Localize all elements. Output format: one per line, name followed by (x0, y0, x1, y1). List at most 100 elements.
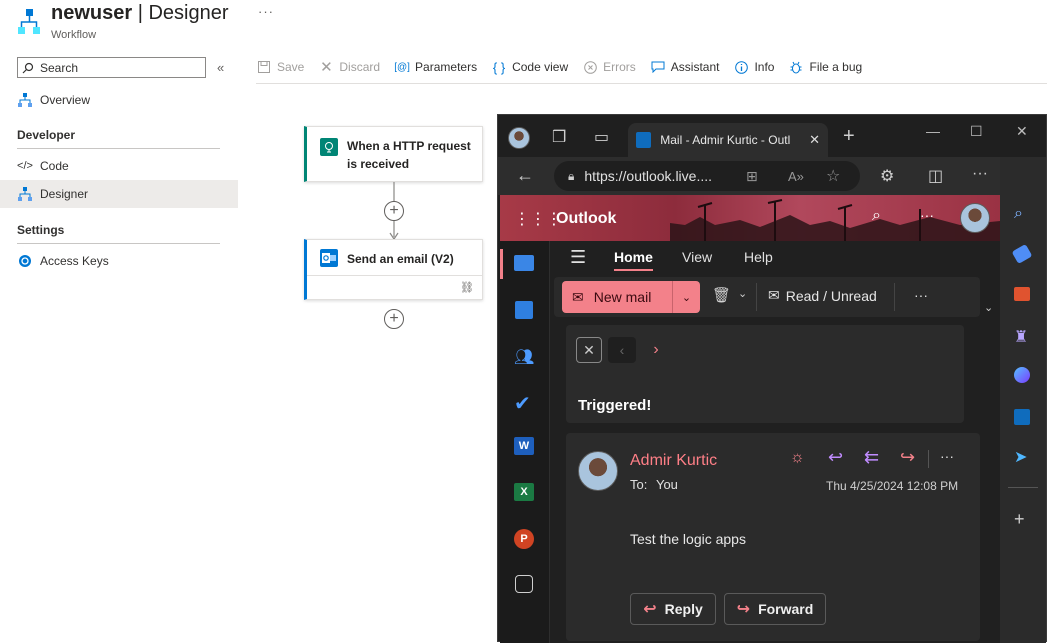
mail-icon[interactable] (514, 255, 534, 271)
outlook-app-rail: 👥︎ ✔ W X P (500, 241, 550, 643)
file-bug-button[interactable]: File a bug (788, 59, 862, 75)
extensions-icon[interactable]: ⚙ (880, 166, 894, 186)
search-placeholder: Search (40, 60, 79, 75)
people-icon[interactable]: 👥︎ (514, 347, 534, 367)
to-value: You (655, 477, 678, 492)
delete-icon[interactable]: 🗑︎ (712, 286, 731, 304)
add-step-button-2[interactable]: + (384, 309, 404, 329)
open-envelope-icon: ✉ (768, 287, 780, 303)
close-window-icon[interactable]: ✕ (1016, 123, 1028, 140)
shopping-tag-icon[interactable] (1011, 243, 1033, 265)
read-unread-button[interactable]: ✉ Read / Unread (768, 287, 877, 304)
sidebar-item-overview[interactable]: Overview (0, 86, 238, 114)
designer-toolbar: Save ✕ Discard [@] Parameters { } Code v… (256, 56, 876, 78)
more-browser-icon[interactable]: ··· (972, 165, 988, 183)
more-ribbon-icon[interactable]: ··· (914, 287, 928, 303)
tab-home[interactable]: Home (614, 249, 653, 271)
forward-button[interactable]: ↪ Forward (724, 593, 826, 625)
back-arrow-icon[interactable]: ← (516, 165, 534, 186)
browser-tab-outlook[interactable]: Mail - Admir Kurtic - Outl ✕ (628, 123, 828, 157)
parameters-button[interactable]: [@] Parameters (394, 59, 477, 75)
next-message-icon[interactable]: › (646, 337, 666, 363)
calendar-icon[interactable] (515, 301, 533, 319)
excel-icon[interactable]: X (514, 483, 534, 501)
search-icon[interactable]: ⌕ (1014, 205, 1023, 223)
sidebar-divider (1008, 487, 1038, 488)
sun-icon[interactable]: ☼ (790, 449, 805, 467)
lock-icon: 🔒︎ (568, 168, 575, 183)
tab-help[interactable]: Help (744, 249, 773, 265)
recipient-line: To: You (630, 477, 678, 492)
address-bar[interactable]: 🔒︎ https://outlook.live.... ⊞ A» ☆ (554, 161, 860, 191)
reply-button[interactable]: ↩ Reply (630, 593, 716, 625)
workspaces-icon[interactable]: ❒ (552, 127, 566, 147)
add-sidebar-app-icon[interactable]: + (1014, 509, 1025, 530)
save-icon (256, 59, 272, 75)
ribbon-expand-icon[interactable]: ⌄ (984, 301, 993, 314)
microsoft365-icon[interactable] (1014, 367, 1030, 383)
new-mail-button[interactable]: ✉ New mail ⌄ (562, 281, 700, 313)
designer-icon (17, 186, 33, 202)
minimize-icon[interactable]: — (926, 123, 940, 139)
page-title: newuser | Designer (51, 2, 229, 24)
more-options-button[interactable]: ··· (258, 4, 274, 19)
tab-actions-icon[interactable]: ▭ (594, 127, 609, 147)
more-actions-icon[interactable]: ··· (940, 448, 954, 464)
word-icon[interactable]: W (514, 437, 534, 455)
reply-icon[interactable]: ↩ (828, 447, 843, 468)
sidebar-item-label: Access Keys (40, 254, 109, 268)
sidebar-item-label: Overview (40, 93, 91, 107)
games-icon[interactable]: ♜ (1014, 327, 1028, 347)
close-tab-icon[interactable]: ✕ (809, 132, 820, 148)
assistant-button[interactable]: Assistant (650, 59, 719, 75)
outlook-sidebar-icon[interactable] (1014, 409, 1030, 425)
collapse-sidebar-button[interactable]: « (217, 60, 224, 75)
send-icon[interactable]: ➤ (1014, 447, 1027, 467)
action-card-send-email[interactable]: Send an email (V2) ⛓ (304, 239, 483, 300)
reply-all-icon[interactable]: ⇇ (864, 447, 879, 468)
sender-name[interactable]: Admir Kurtic (630, 452, 717, 470)
favorite-star-icon[interactable]: ☆ (826, 166, 840, 186)
profile-avatar[interactable] (508, 127, 530, 149)
code-view-button[interactable]: { } Code view (491, 59, 568, 75)
more-apps-icon[interactable] (515, 575, 533, 593)
trigger-title-line1: When a HTTP request (347, 139, 471, 153)
read-aloud-icon[interactable]: A» (788, 169, 804, 184)
more-options-icon[interactable]: ··· (920, 207, 934, 223)
chevron-down-icon[interactable]: ⌄ (672, 281, 700, 313)
split-screen-icon[interactable]: ◫ (928, 166, 943, 186)
info-button[interactable]: Info (733, 59, 774, 75)
tools-briefcase-icon[interactable] (1014, 287, 1030, 301)
discard-button[interactable]: ✕ Discard (318, 59, 380, 76)
app-launcher-icon[interactable]: ⋮⋮⋮ (514, 209, 562, 229)
toolbar-divider (256, 83, 1047, 84)
tab-view[interactable]: View (682, 249, 712, 265)
powerpoint-icon[interactable]: P (514, 529, 534, 549)
user-avatar[interactable] (960, 203, 990, 233)
trigger-card-http-request[interactable]: When a HTTP request is received (304, 126, 483, 182)
section-settings: Settings (17, 223, 220, 244)
sidebar-item-code[interactable]: </> Code (0, 152, 238, 180)
delete-dropdown-icon[interactable]: ⌄ (738, 287, 747, 300)
save-button[interactable]: Save (256, 59, 304, 75)
previous-message-icon[interactable]: ‹ (608, 337, 636, 363)
app-icon[interactable]: ⊞ (746, 168, 758, 185)
access-keys-icon (17, 253, 33, 269)
outlook-main: ☰ Home View Help ✉ New mail ⌄ 🗑︎ ⌄ ✉ Rea… (550, 241, 1000, 643)
new-tab-icon[interactable]: + (843, 125, 855, 148)
forward-icon[interactable]: ↪ (900, 447, 915, 468)
add-step-button-1[interactable]: + (384, 201, 404, 221)
todo-check-icon[interactable]: ✔ (514, 391, 531, 416)
close-reading-pane-icon[interactable]: ✕ (576, 337, 602, 363)
hamburger-menu-icon[interactable]: ☰ (570, 247, 586, 268)
sidebar-item-designer[interactable]: Designer (0, 180, 238, 208)
search-input[interactable]: Search (17, 57, 206, 78)
search-icon[interactable]: ⌕ (872, 207, 881, 225)
sender-avatar[interactable] (578, 451, 618, 491)
sidebar-item-access-keys[interactable]: Access Keys (0, 247, 238, 275)
errors-button[interactable]: Errors (582, 59, 636, 75)
bug-icon (788, 59, 804, 75)
maximize-icon[interactable]: ☐ (970, 123, 983, 140)
parameters-icon: [@] (394, 61, 410, 73)
sidebar-item-label: Code (40, 159, 69, 173)
